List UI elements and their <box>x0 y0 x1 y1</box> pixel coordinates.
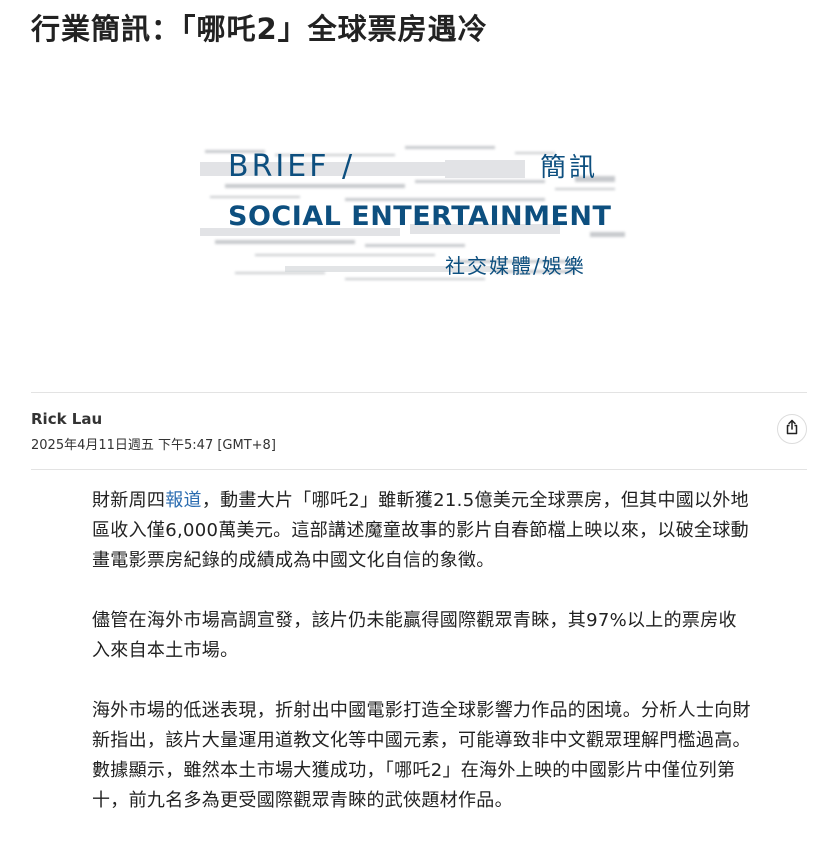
banner-line3: 社交媒體/娛樂 <box>445 254 586 278</box>
author-name[interactable]: Rick Lau <box>31 410 102 428</box>
article-paragraph-2: 儘管在海外市場高調宣發，該片仍未能贏得國際觀眾青睞，其97%以上的票房收入來自本… <box>92 610 737 661</box>
report-link[interactable]: 報道 <box>165 490 202 511</box>
article-paragraph-1: 財新周四報道，動畫大片「哪吒2」雖斬獲21.5億美元全球票房，但其中國以外地區收… <box>92 490 749 571</box>
byline-divider <box>31 469 807 470</box>
article-paragraph-3: 海外市場的低迷表現，折射出中國電影打造全球影響力作品的困境。分析人士向財新指出，… <box>92 700 751 811</box>
share-icon <box>784 419 800 439</box>
brief-banner-image: BRIEF / 簡訊 SOCIAL ENTERTAINMENT 社交媒體/娛樂 <box>195 132 640 292</box>
header-divider <box>31 392 807 393</box>
banner-line1: BRIEF / <box>228 149 355 184</box>
article-headline: 行業簡訊：「哪吒2」全球票房遇冷 <box>31 12 488 46</box>
banner-line1-cjk: 簡訊 <box>540 153 598 183</box>
share-button[interactable] <box>777 414 807 444</box>
publish-date: 2025年4月11日週五 下午5:47 [GMT+8] <box>31 438 276 453</box>
banner-line2: SOCIAL ENTERTAINMENT <box>228 201 612 232</box>
article-body: 財新周四報道，動畫大片「哪吒2」雖斬獲21.5億美元全球票房，但其中國以外地區收… <box>92 486 752 846</box>
